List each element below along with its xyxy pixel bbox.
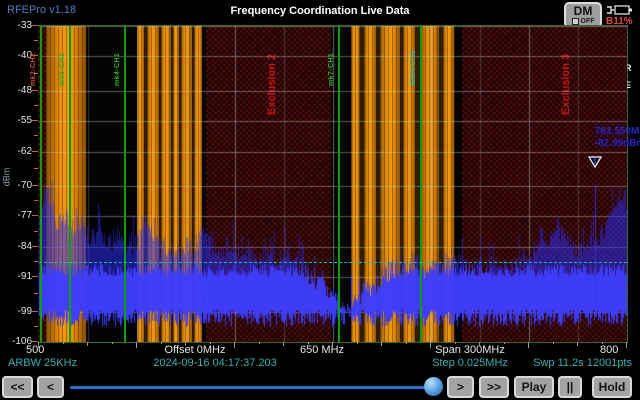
svg-text:1: 1 bbox=[593, 159, 597, 166]
x-axis-tick bbox=[357, 342, 358, 344]
x-axis-tick bbox=[38, 342, 39, 348]
x-axis-tick bbox=[63, 342, 64, 344]
y-axis-label: -99 bbox=[4, 306, 32, 317]
y-axis-label: -33 bbox=[4, 20, 32, 31]
y-axis-label: -106 bbox=[4, 336, 32, 347]
x-axis-tick bbox=[161, 342, 162, 344]
dm-checkbox-icon bbox=[572, 18, 579, 25]
x-axis-tick bbox=[504, 342, 505, 344]
pause-button[interactable]: || bbox=[558, 376, 582, 398]
y-axis-label: -48 bbox=[4, 85, 32, 96]
position-slider-track[interactable] bbox=[70, 386, 430, 389]
play-button[interactable]: Play bbox=[514, 376, 554, 398]
x-axis-tick bbox=[332, 342, 333, 348]
dm-button-label: DM bbox=[566, 5, 600, 17]
x-axis-tick bbox=[455, 342, 456, 344]
arbw-label: ARBW 25KHz bbox=[8, 357, 77, 369]
step-label: Step 0.025MHz bbox=[415, 357, 525, 369]
x-axis-tick bbox=[259, 342, 260, 344]
x-axis-tick bbox=[553, 342, 554, 344]
x-axis-tick bbox=[577, 342, 578, 346]
rfepro-app: RFEPro v1.18 Frequency Coordination Live… bbox=[0, 0, 640, 400]
channel-marker-label: mk2-CH2 bbox=[30, 28, 37, 86]
x-axis-tick bbox=[185, 342, 186, 346]
y-axis-label: -70 bbox=[4, 180, 32, 191]
y-axis-label: -77 bbox=[4, 210, 32, 221]
threshold-line bbox=[39, 262, 627, 263]
timestamp-label: 2024-09-16 04:17:37.203 bbox=[130, 357, 300, 369]
offset-label: Offset 0MHz bbox=[135, 344, 255, 356]
x-axis-tick bbox=[602, 342, 603, 344]
channel-marker-line: mk3-CH1 bbox=[69, 26, 71, 342]
y-axis-label: -55 bbox=[4, 115, 32, 126]
x-axis-end-label: 800 bbox=[600, 344, 618, 356]
step-forward-button[interactable]: > bbox=[447, 376, 474, 398]
channel-marker-label: mk7-CH1 bbox=[328, 28, 335, 86]
channel-marker-layer: mk2-CH2 mk3-CH1 mk4-CH1 mk7-CH1 IEM4-CH1 bbox=[39, 26, 627, 342]
x-axis-tick bbox=[626, 342, 627, 348]
x-axis-tick bbox=[479, 342, 480, 346]
channel-marker-line: mk4-CH1 bbox=[124, 26, 126, 342]
x-axis-tick bbox=[406, 342, 407, 344]
step-back-button[interactable]: < bbox=[37, 376, 64, 398]
channel-marker-line: mk7-CH1 bbox=[338, 26, 340, 342]
x-axis-tick bbox=[210, 342, 211, 344]
sweep-label: Swp 11.2s 12001pts bbox=[533, 357, 632, 369]
y-axis-label: -40 bbox=[4, 50, 32, 61]
span-label: Span 300MHz bbox=[415, 344, 525, 356]
x-axis-tick bbox=[283, 342, 284, 346]
y-axis-label: -91 bbox=[4, 271, 32, 282]
marker-drop-line bbox=[595, 186, 596, 304]
battery-icon bbox=[605, 4, 635, 16]
x-axis-tick bbox=[430, 342, 431, 348]
channel-marker-label: IEM4-CH1 bbox=[410, 28, 417, 86]
x-axis-center-label: 650 MHz bbox=[300, 344, 344, 356]
fast-forward-button[interactable]: >> bbox=[479, 376, 509, 398]
position-slider-thumb[interactable] bbox=[424, 377, 443, 396]
marker-triangle-icon: 1 bbox=[588, 156, 602, 168]
x-axis-tick bbox=[381, 342, 382, 346]
rewind-button[interactable]: << bbox=[2, 376, 33, 398]
x-axis-tick bbox=[112, 342, 113, 344]
channel-marker-label: mk3-CH1 bbox=[59, 28, 66, 86]
dm-state-label: OFF bbox=[581, 18, 595, 25]
x-axis-tick bbox=[234, 342, 235, 348]
hold-button[interactable]: Hold bbox=[592, 376, 632, 398]
x-axis-tick bbox=[308, 342, 309, 344]
channel-marker-line: IEM4-CH1 bbox=[420, 26, 422, 342]
x-axis-tick bbox=[136, 342, 137, 348]
x-axis-tick bbox=[528, 342, 529, 348]
x-axis-tick bbox=[87, 342, 88, 346]
spectrum-plot[interactable]: Exclusion 2Exclusion 3 mk2-CH2mk3-CH1mk4… bbox=[38, 25, 628, 343]
y-axis-label: -62 bbox=[4, 146, 32, 157]
channel-marker-line: mk2-CH2 bbox=[40, 26, 42, 342]
y-axis-label: -84 bbox=[4, 241, 32, 252]
page-title: Frequency Coordination Live Data bbox=[0, 5, 640, 17]
channel-marker-label: mk4-CH1 bbox=[114, 28, 121, 86]
